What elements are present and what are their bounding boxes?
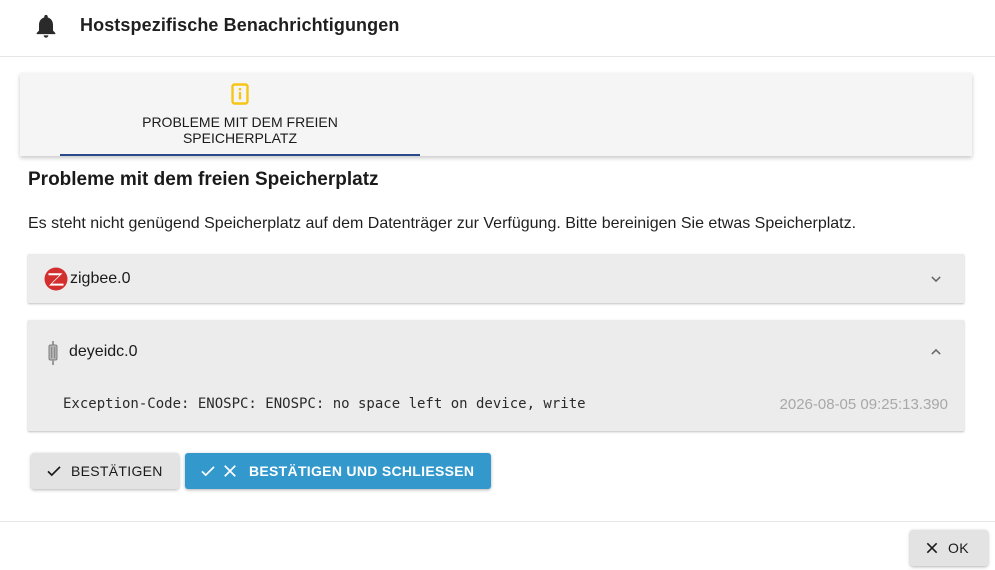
dialog-header: Hostspezifische Benachrichtigungen bbox=[0, 0, 995, 57]
tab-active-indicator bbox=[60, 154, 420, 156]
chevron-up-icon[interactable] bbox=[926, 342, 946, 362]
bell-icon bbox=[36, 14, 56, 38]
close-icon bbox=[926, 542, 938, 554]
notification-message: Exception-Code: ENOSPC: ENOSPC: no space… bbox=[63, 396, 586, 412]
chevron-down-icon[interactable] bbox=[926, 269, 946, 289]
tab-label: PROBLEME MIT DEM FREIEN SPEICHERPLATZ bbox=[142, 114, 338, 146]
inverter-icon bbox=[48, 341, 58, 365]
section-description: Es steht nicht genügend Speicherplatz au… bbox=[28, 215, 857, 232]
tab-disk-space-problems[interactable]: PROBLEME MIT DEM FREIEN SPEICHERPLATZ bbox=[60, 73, 420, 156]
dialog-title: Hostspezifische Benachrichtigungen bbox=[80, 15, 400, 35]
confirm-button[interactable]: BESTÄTIGEN bbox=[31, 453, 179, 489]
zigbee-logo-icon bbox=[44, 267, 68, 291]
confirm-button-label: BESTÄTIGEN bbox=[71, 463, 163, 479]
notification-timestamp: 2026-08-05 09:25:13.390 bbox=[779, 396, 948, 413]
ok-button[interactable]: OK bbox=[910, 530, 988, 566]
confirm-and-close-button-label: BESTÄTIGEN UND SCHLIESSEN bbox=[249, 463, 475, 479]
panel-zigbee-name: zigbee.0 bbox=[70, 270, 131, 287]
panel-deyeidc-name: deyeidc.0 bbox=[69, 343, 138, 360]
info-icon bbox=[231, 83, 249, 105]
panel-zigbee-header[interactable]: zigbee.0 bbox=[28, 254, 964, 303]
close-icon bbox=[224, 465, 236, 477]
section-title: Probleme mit dem freien Speicherplatz bbox=[28, 169, 379, 190]
check-icon bbox=[201, 466, 215, 477]
panel-deyeidc: deyeidc.0 Exception-Code: ENOSPC: ENOSPC… bbox=[28, 320, 964, 431]
panel-zigbee: zigbee.0 bbox=[28, 254, 964, 303]
footer-divider bbox=[0, 521, 995, 522]
check-icon bbox=[47, 466, 61, 477]
tab-bar: PROBLEME MIT DEM FREIEN SPEICHERPLATZ bbox=[20, 73, 972, 156]
panel-deyeidc-header[interactable]: deyeidc.0 bbox=[28, 320, 964, 384]
ok-button-label: OK bbox=[948, 540, 969, 556]
confirm-and-close-button[interactable]: BESTÄTIGEN UND SCHLIESSEN bbox=[185, 453, 491, 489]
